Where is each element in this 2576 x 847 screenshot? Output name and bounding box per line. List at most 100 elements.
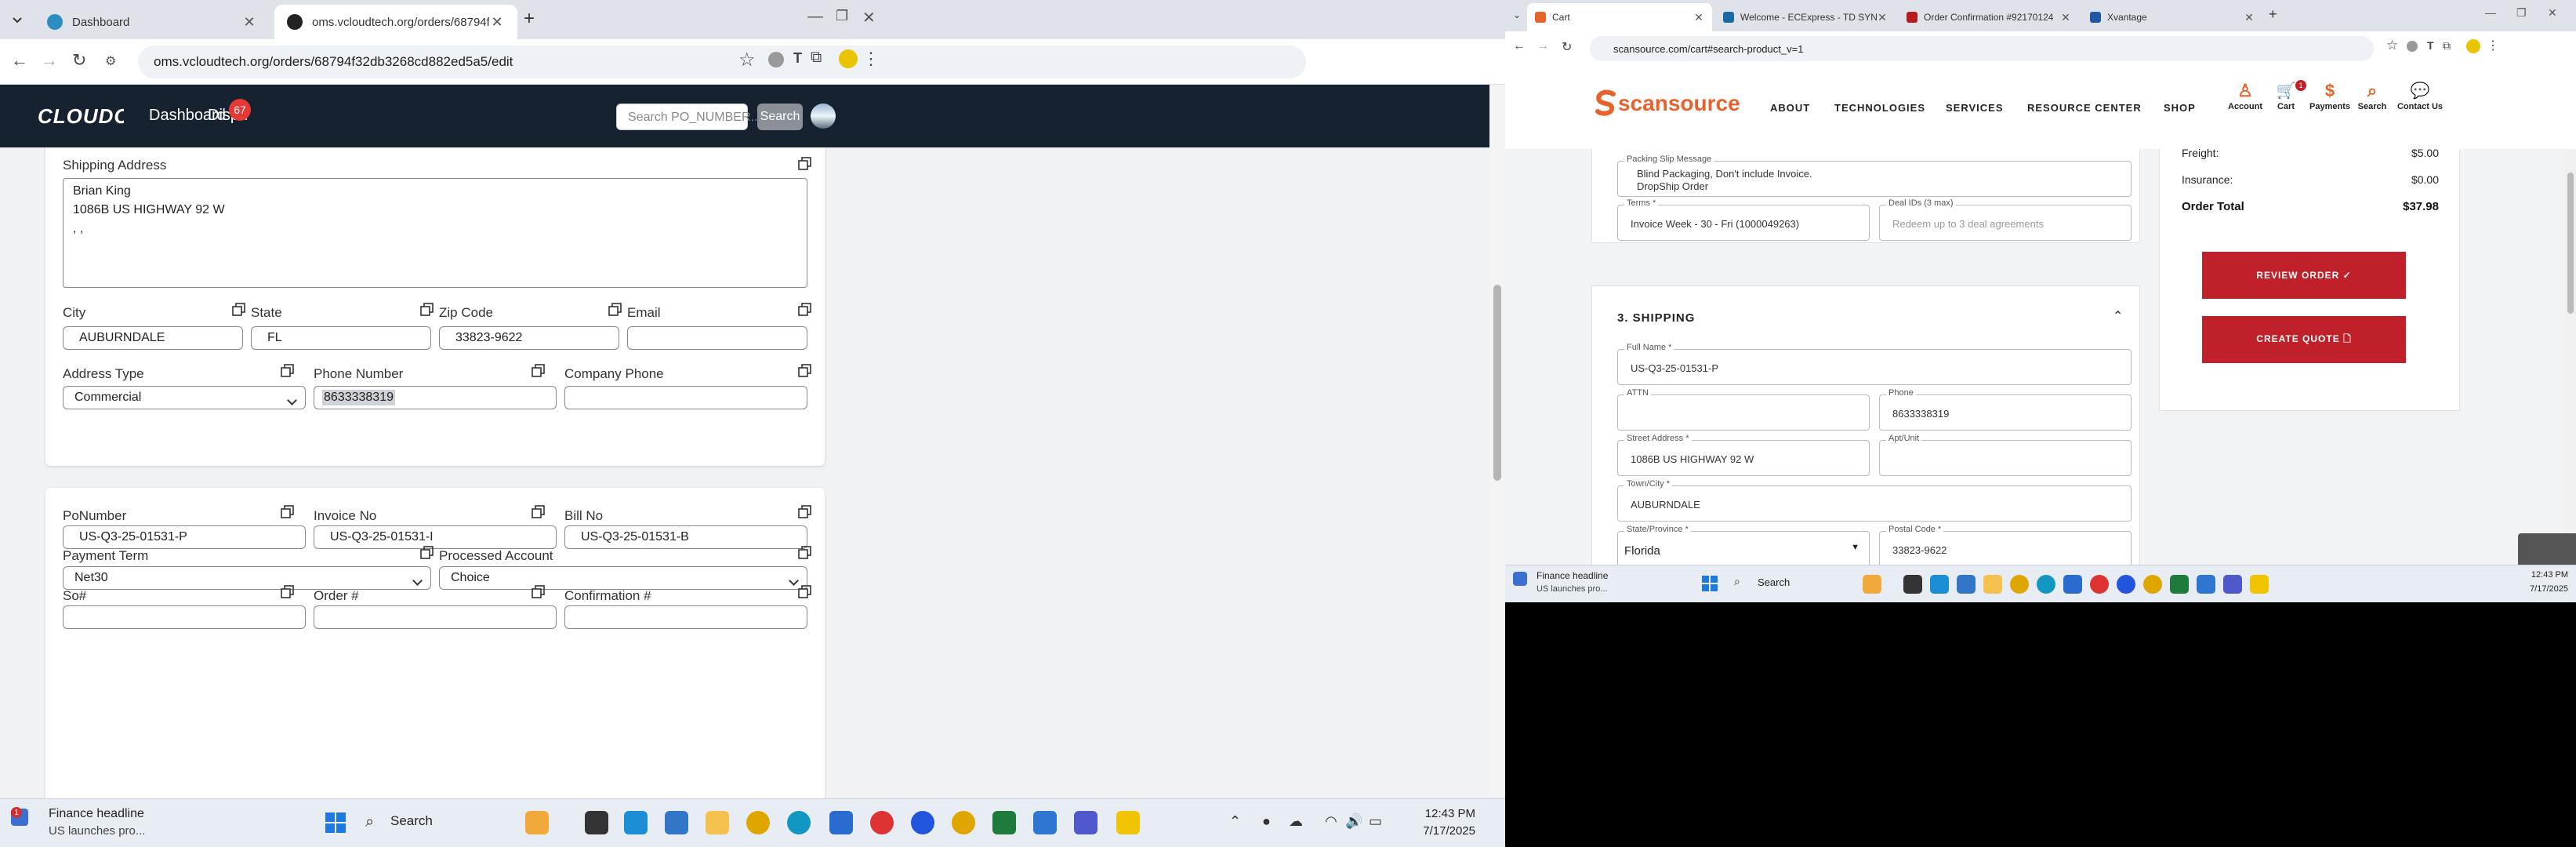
copy-icon[interactable] xyxy=(232,303,246,317)
forward-icon[interactable]: → xyxy=(1537,39,1549,53)
app-icon[interactable] xyxy=(1033,811,1057,834)
tab-search-icon[interactable] xyxy=(8,11,27,30)
calculator-icon[interactable] xyxy=(665,811,688,834)
battery-icon[interactable]: ▭ xyxy=(1369,813,1382,830)
weather-widget-icon[interactable] xyxy=(1513,572,1527,586)
wifi-icon[interactable]: ◠ xyxy=(1325,813,1337,830)
shipping-section-title[interactable]: 3. SHIPPING xyxy=(1617,311,1695,325)
copy-icon[interactable] xyxy=(608,303,622,317)
search-link[interactable]: ⌕ Search xyxy=(2349,80,2396,111)
extension-icon[interactable] xyxy=(2407,41,2418,52)
site-info-icon[interactable]: ⚙ xyxy=(105,53,116,69)
shipping-address-textarea[interactable]: Brian King 1086B US HIGHWAY 92 W , , xyxy=(63,178,807,288)
user-avatar[interactable] xyxy=(811,104,836,129)
scrollbar-thumb[interactable] xyxy=(2567,173,2574,314)
confirmation-input[interactable] xyxy=(564,605,807,629)
close-icon[interactable]: ✕ xyxy=(2244,11,2255,24)
widgets-icon[interactable] xyxy=(525,811,549,834)
tt-extension-icon[interactable]: T xyxy=(793,50,802,67)
postal-code-field[interactable]: Postal Code * 33823-9622 xyxy=(1879,525,2132,565)
sticky-notes-icon[interactable] xyxy=(2250,575,2269,594)
create-quote-button[interactable]: CREATE QUOTE 🗋 xyxy=(2202,316,2406,363)
chrome-alt-icon[interactable] xyxy=(952,811,975,834)
copy-icon[interactable] xyxy=(798,303,812,317)
teams-icon[interactable] xyxy=(1074,811,1098,834)
tab-dashboard[interactable]: Dashboard ✕ xyxy=(34,5,270,39)
file-explorer-icon[interactable] xyxy=(706,811,729,834)
tray-chevron-icon[interactable]: ⌃ xyxy=(1229,813,1241,830)
phone-field[interactable]: Phone 8633338319 xyxy=(1879,388,2132,431)
copy-icon[interactable] xyxy=(798,505,812,519)
extension-icon[interactable] xyxy=(768,52,784,67)
close-icon[interactable]: ✕ xyxy=(1693,11,1704,24)
copy-icon[interactable] xyxy=(532,364,546,378)
search-icon[interactable]: ⌕ xyxy=(365,813,374,831)
sticky-notes-icon[interactable] xyxy=(1116,811,1140,834)
scrollbar-thumb[interactable] xyxy=(1493,285,1501,481)
payments-link[interactable]: $ Payments xyxy=(2306,80,2353,111)
close-icon[interactable]: ✕ xyxy=(241,14,257,31)
processed-account-select[interactable]: Choice xyxy=(439,566,807,590)
order-number-input[interactable] xyxy=(314,605,557,629)
address-bar[interactable]: scansource.com/cart#search-product_v=1 xyxy=(1590,36,2374,61)
taskview-icon[interactable] xyxy=(1903,575,1922,594)
tab-cart[interactable]: Cart ✕ xyxy=(1527,3,1712,31)
minimize-icon[interactable]: — xyxy=(2485,6,2496,19)
state-province-select[interactable]: State/Province * Florida ▼ xyxy=(1617,525,1870,565)
file-explorer-icon[interactable] xyxy=(1983,575,2002,594)
teams-icon[interactable] xyxy=(2223,575,2242,594)
excel-icon[interactable] xyxy=(992,811,1016,834)
tt-extension-icon[interactable]: T xyxy=(2427,39,2434,52)
page-scrollbar[interactable] xyxy=(1489,85,1505,798)
copy-icon[interactable] xyxy=(798,546,812,560)
tray-cloud-icon[interactable]: ☁ xyxy=(1289,813,1303,830)
forward-icon[interactable]: → xyxy=(41,50,58,71)
scansource-logo-mark[interactable] xyxy=(1595,89,1616,116)
tab-xvantage[interactable]: Xvantage ✕ xyxy=(2082,3,2262,31)
tab-order-confirmation[interactable]: Order Confirmation #92170124 ✕ xyxy=(1899,3,2079,31)
windows-start-icon[interactable] xyxy=(1701,575,1718,592)
excel-icon[interactable] xyxy=(2170,575,2189,594)
bookmark-star-icon[interactable]: ☆ xyxy=(2386,38,2398,53)
windows-start-icon[interactable] xyxy=(325,812,346,834)
copy-icon[interactable] xyxy=(798,157,812,171)
nav-services[interactable]: SERVICES xyxy=(1946,102,2004,114)
reload-icon[interactable]: ↻ xyxy=(1562,39,1572,55)
restore-icon[interactable]: ❐ xyxy=(2516,6,2527,20)
news-title[interactable]: Finance headline xyxy=(1537,570,1608,581)
restore-icon[interactable]: ❐ xyxy=(836,8,848,24)
edge-icon[interactable] xyxy=(2037,575,2055,594)
new-tab-icon[interactable]: + xyxy=(2269,6,2277,23)
new-tab-icon[interactable]: + xyxy=(524,8,535,30)
puzzle-icon[interactable]: ⧉ xyxy=(811,49,822,67)
tab-order-edit[interactable]: oms.vcloudtech.org/orders/68794f ✕ xyxy=(274,5,517,39)
close-icon[interactable]: ✕ xyxy=(489,14,505,31)
search-icon[interactable]: ⌕ xyxy=(1734,575,1740,588)
account-link[interactable]: ♙ Account xyxy=(2222,80,2269,111)
company-phone-input[interactable] xyxy=(564,386,807,409)
outlook-icon[interactable] xyxy=(2063,575,2082,594)
chat-widget-button[interactable] xyxy=(2518,533,2576,565)
search-button[interactable]: Search xyxy=(757,104,803,130)
app-logo[interactable]: CLOUDCHOICE xyxy=(38,104,124,129)
bookmark-star-icon[interactable]: ☆ xyxy=(738,49,756,71)
profile-avatar-icon[interactable] xyxy=(839,49,858,68)
window-close-icon[interactable]: ✕ xyxy=(2548,6,2557,20)
nav-shop[interactable]: SHOP xyxy=(2164,102,2196,114)
zoom-icon[interactable] xyxy=(911,811,934,834)
close-icon[interactable]: ✕ xyxy=(1877,11,1888,24)
address-bar[interactable]: oms.vcloudtech.org/orders/68794f32db3268… xyxy=(138,45,1306,78)
copy-icon[interactable] xyxy=(420,303,434,317)
profile-avatar-icon[interactable] xyxy=(2466,39,2480,53)
clock-time[interactable]: 12:43 PM xyxy=(2501,570,2568,580)
attn-field[interactable]: ATTN xyxy=(1617,388,1870,431)
reload-icon[interactable]: ↻ xyxy=(72,50,86,71)
invoice-input[interactable]: US-Q3-25-01531-I xyxy=(314,525,557,549)
city-input[interactable]: AUBURNDALE xyxy=(63,326,243,350)
copy-icon[interactable] xyxy=(281,505,295,519)
chrome-icon[interactable] xyxy=(2010,575,2029,594)
tab-search-icon[interactable]: ⌄ xyxy=(1513,9,1521,20)
packing-slip-textarea[interactable]: Packing Slip Message Blind Packaging, Do… xyxy=(1617,154,2132,197)
volume-icon[interactable]: 🔊 xyxy=(1345,813,1362,830)
copy-icon[interactable] xyxy=(798,585,812,599)
